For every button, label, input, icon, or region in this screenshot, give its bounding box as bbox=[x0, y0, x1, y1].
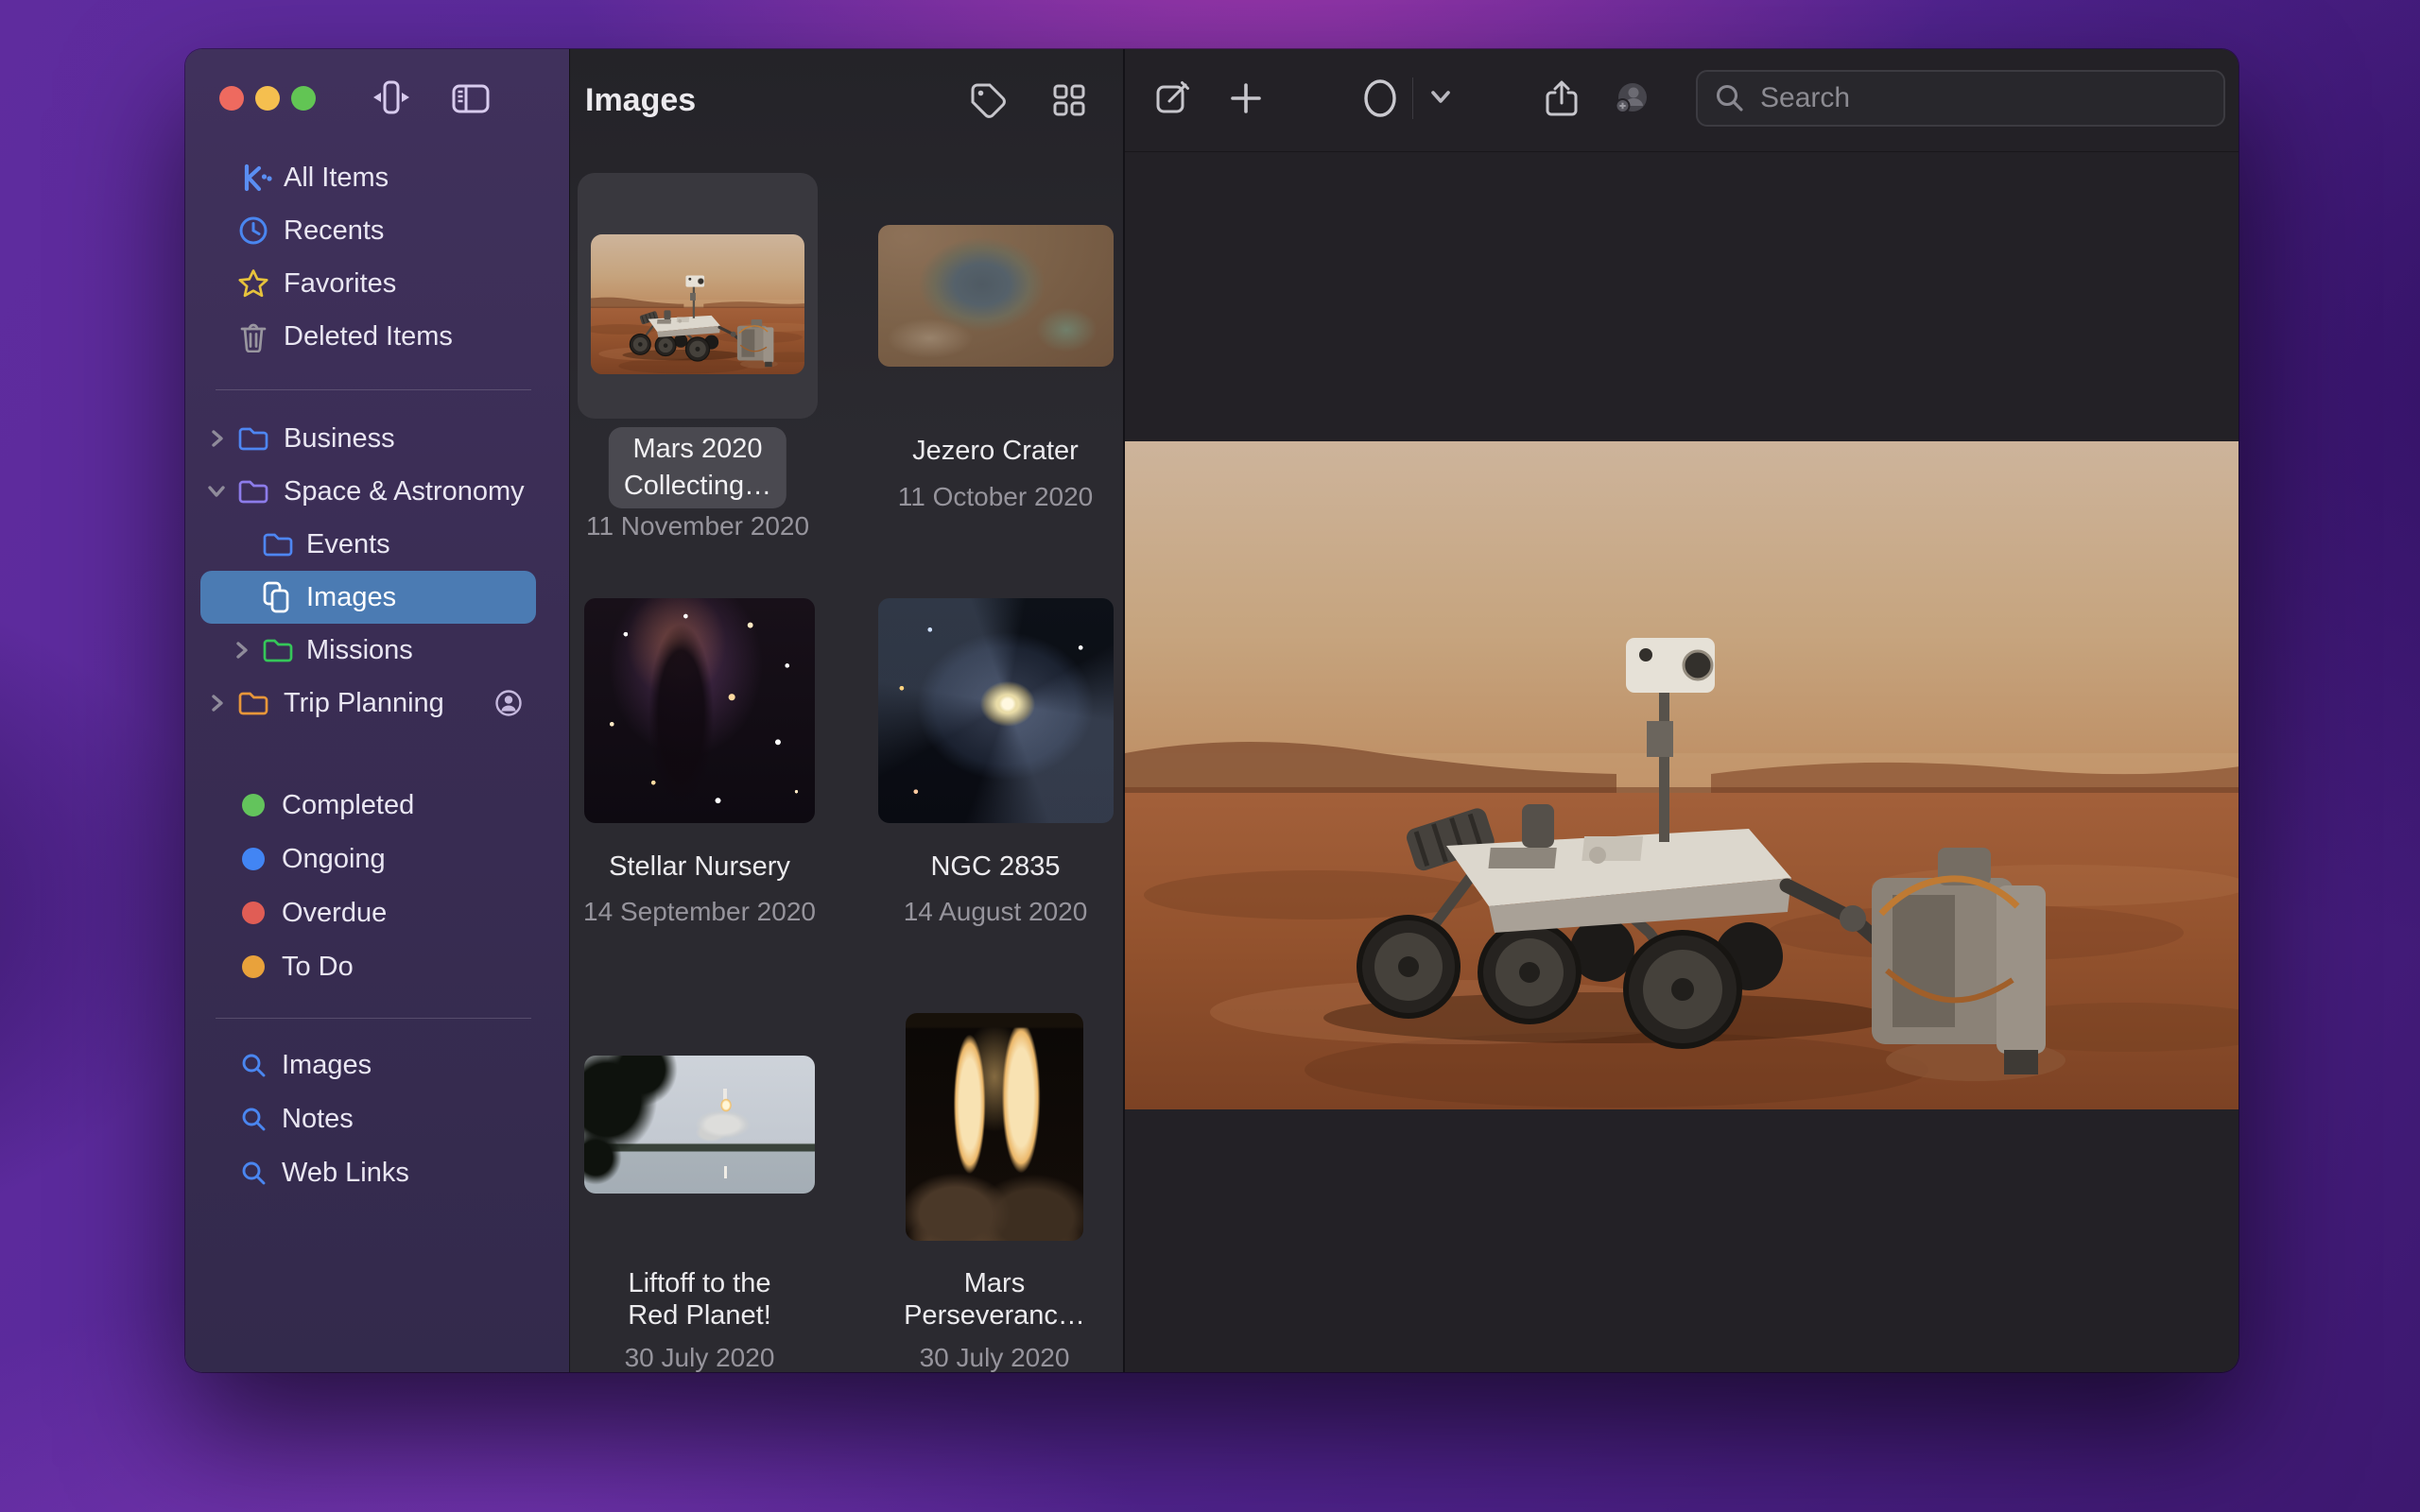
card-date: 30 July 2020 bbox=[624, 1343, 775, 1372]
chevron-down-icon[interactable] bbox=[207, 484, 226, 499]
search-icon bbox=[1713, 81, 1747, 115]
search-icon bbox=[239, 1051, 268, 1079]
toolbar-separator bbox=[1412, 77, 1413, 119]
folder-icon bbox=[237, 478, 269, 505]
sidebar-folder-business[interactable]: Business bbox=[185, 412, 569, 465]
chevron-down-icon[interactable] bbox=[1426, 85, 1456, 110]
preview-pane bbox=[1123, 49, 2238, 1372]
chevron-right-icon[interactable] bbox=[210, 694, 225, 713]
sidebar-item-favorites[interactable]: Favorites bbox=[185, 257, 569, 310]
sidebar-status-todo[interactable]: To Do bbox=[185, 940, 569, 993]
sidebar-folder-trip-planning[interactable]: Trip Planning bbox=[185, 677, 569, 730]
sidebar: All Items Recents Favorites Deleted Item… bbox=[185, 49, 569, 1372]
card-thumbnail-mars-rover[interactable] bbox=[591, 234, 804, 374]
add-people-icon[interactable] bbox=[1612, 77, 1653, 119]
share-icon[interactable] bbox=[1541, 77, 1582, 119]
card-title[interactable]: Stellar Nursery bbox=[609, 850, 790, 883]
status-circle-icon[interactable] bbox=[1359, 77, 1401, 119]
card-title[interactable]: NGC 2835 bbox=[930, 850, 1060, 883]
preview-image-mars-rover bbox=[1125, 441, 2238, 1109]
card-date: 30 July 2020 bbox=[919, 1343, 1070, 1372]
folder-icon bbox=[237, 690, 269, 716]
shared-person-icon bbox=[493, 687, 525, 719]
search-field[interactable] bbox=[1696, 70, 2225, 127]
card-thumbnail-perseverance-launch[interactable] bbox=[906, 1013, 1083, 1241]
close-button[interactable] bbox=[219, 86, 244, 111]
search-input[interactable] bbox=[1758, 81, 2208, 115]
sidebar-folder-space-astronomy[interactable]: Space & Astronomy bbox=[185, 465, 569, 518]
sidebar-item-recents[interactable]: Recents bbox=[185, 204, 569, 257]
compact-width-icon[interactable] bbox=[370, 79, 413, 117]
clock-icon bbox=[237, 215, 269, 247]
card-thumbnail-stellar-nursery[interactable] bbox=[584, 598, 815, 823]
minimize-button[interactable] bbox=[255, 86, 280, 111]
grid-view-icon[interactable] bbox=[1048, 79, 1090, 121]
status-dot-red bbox=[242, 902, 265, 924]
folder-icon bbox=[262, 637, 294, 663]
compose-icon[interactable] bbox=[1153, 77, 1195, 119]
status-dot-orange bbox=[242, 955, 265, 978]
chevron-right-icon[interactable] bbox=[234, 641, 250, 660]
sidebar-toggle-icon[interactable] bbox=[450, 80, 492, 116]
card-thumbnail-jezero-crater[interactable] bbox=[878, 225, 1114, 367]
plus-icon[interactable] bbox=[1225, 77, 1267, 119]
card-title[interactable]: Mars Perseveranc… bbox=[904, 1267, 1085, 1332]
search-icon bbox=[239, 1105, 268, 1133]
page-title: Images bbox=[585, 81, 697, 118]
sidebar-divider bbox=[216, 389, 531, 390]
folder-icon bbox=[262, 531, 294, 558]
card-title-pill[interactable]: Mars 2020 Collecting… bbox=[608, 427, 787, 508]
card-date: 14 August 2020 bbox=[903, 897, 1088, 926]
card-title[interactable]: Jezero Crater bbox=[912, 435, 1079, 467]
status-dot-blue bbox=[242, 848, 265, 870]
tag-icon[interactable] bbox=[967, 79, 1009, 121]
card-date: 11 October 2020 bbox=[897, 482, 1094, 511]
sidebar-status-ongoing[interactable]: Ongoing bbox=[185, 833, 569, 885]
images-stack-icon bbox=[260, 580, 292, 614]
sidebar-status-completed[interactable]: Completed bbox=[185, 779, 569, 832]
card-title[interactable]: Liftoff to the Red Planet! bbox=[628, 1267, 771, 1332]
sidebar-search-notes[interactable]: Notes bbox=[185, 1092, 569, 1145]
status-dot-green bbox=[242, 794, 265, 816]
toolbar-divider bbox=[1125, 151, 2238, 152]
sidebar-status-overdue[interactable]: Overdue bbox=[185, 886, 569, 939]
sidebar-folder-images-selected[interactable]: Images bbox=[185, 571, 569, 624]
sidebar-search-web-links[interactable]: Web Links bbox=[185, 1146, 569, 1199]
chevron-right-icon[interactable] bbox=[210, 429, 225, 448]
item-list-pane: Images Mars 2020 Collecting… 11 November… bbox=[569, 49, 1124, 1372]
trash-icon bbox=[237, 320, 269, 352]
keepit-logo-icon bbox=[236, 161, 272, 195]
card-thumbnail-liftoff[interactable] bbox=[584, 1056, 815, 1194]
card-thumbnail-ngc-2835[interactable] bbox=[878, 598, 1114, 823]
card-date: 14 September 2020 bbox=[583, 897, 816, 926]
star-icon bbox=[237, 267, 269, 300]
folder-icon bbox=[237, 425, 269, 452]
list-header: Images bbox=[570, 49, 1124, 151]
sidebar-divider bbox=[216, 1018, 531, 1019]
sidebar-item-deleted-items[interactable]: Deleted Items bbox=[185, 310, 569, 363]
sidebar-search-images[interactable]: Images bbox=[185, 1039, 569, 1091]
search-icon bbox=[239, 1159, 268, 1187]
sidebar-folder-missions[interactable]: Missions bbox=[185, 624, 569, 677]
zoom-button[interactable] bbox=[291, 86, 316, 111]
sidebar-folder-events[interactable]: Events bbox=[185, 518, 569, 571]
card-date: 11 November 2020 bbox=[585, 511, 810, 541]
sidebar-item-all-items[interactable]: All Items bbox=[185, 151, 569, 204]
app-window: All Items Recents Favorites Deleted Item… bbox=[185, 49, 2238, 1372]
